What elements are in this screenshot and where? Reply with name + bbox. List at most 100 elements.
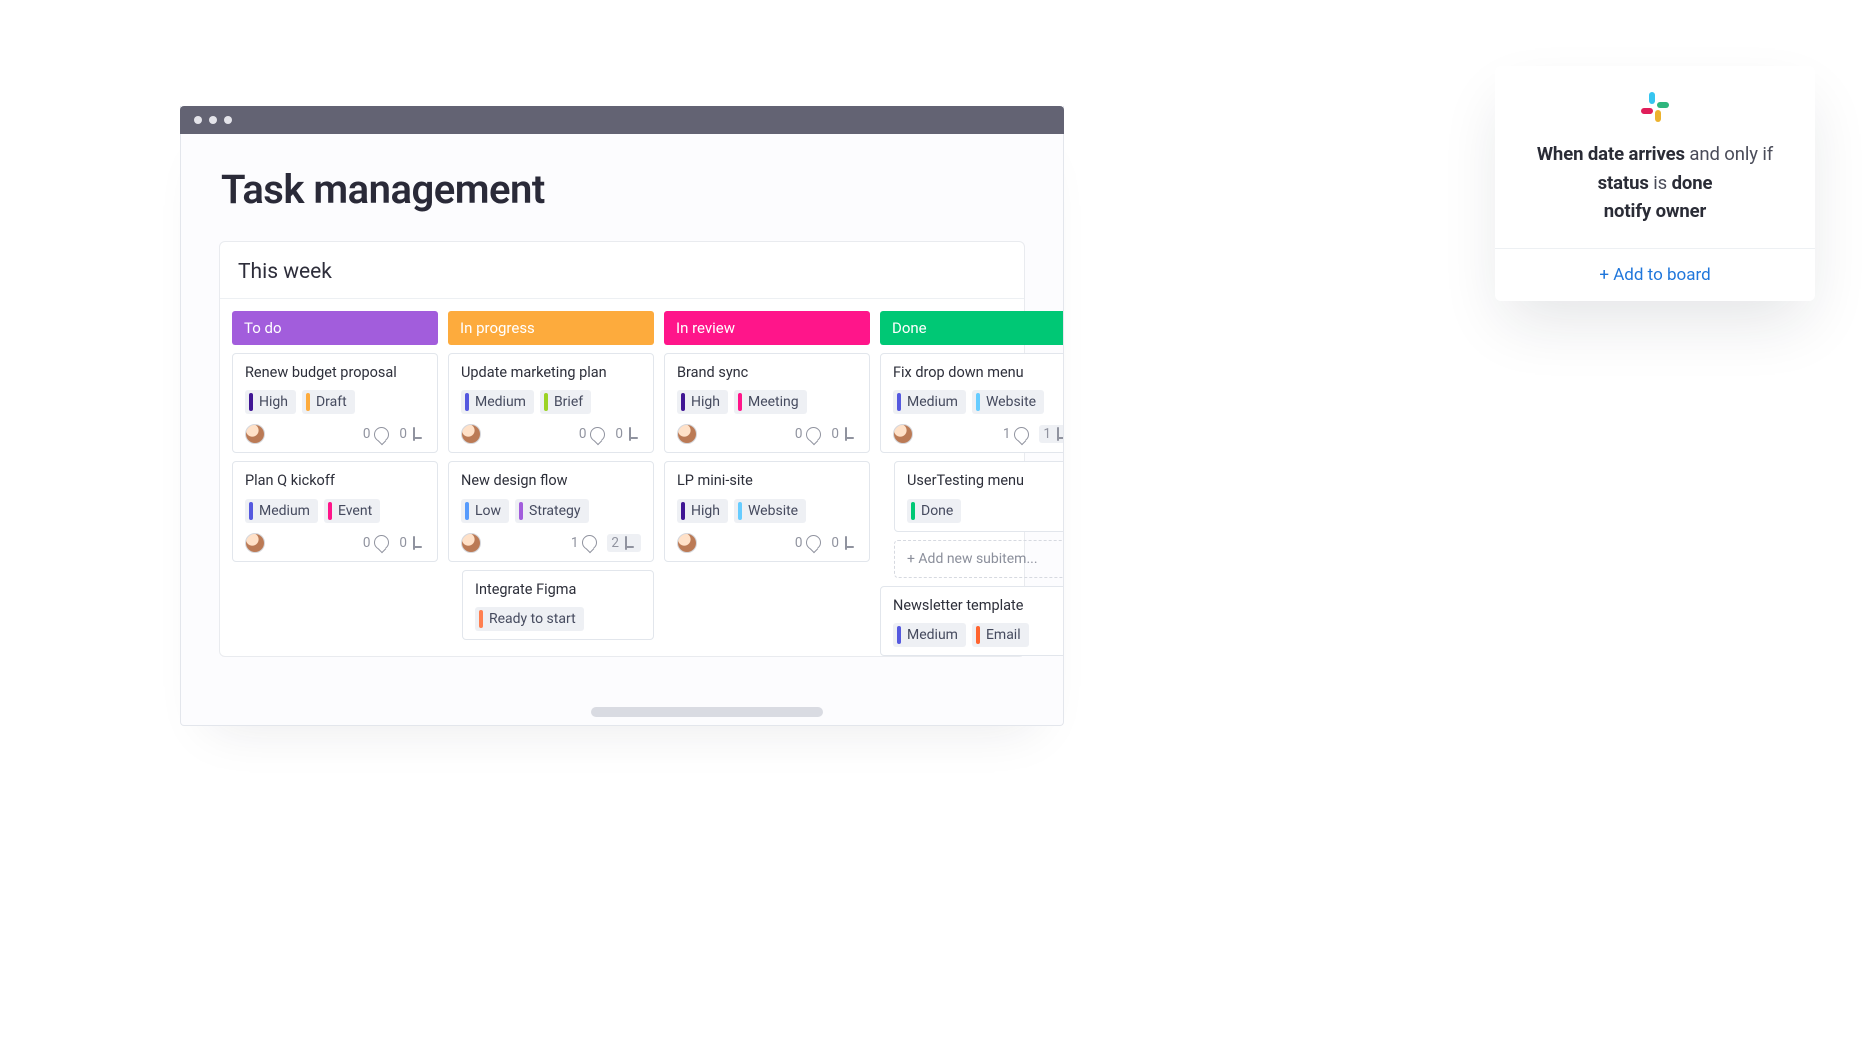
column-header[interactable]: In progress xyxy=(448,311,654,345)
tag-label: High xyxy=(259,394,288,410)
tag-label: Medium xyxy=(907,394,958,410)
tag-label: Strategy xyxy=(529,503,580,519)
subitem-icon xyxy=(623,536,637,550)
tag-color-bar xyxy=(976,626,980,644)
task-card[interactable]: Newsletter templateMediumEmail xyxy=(880,586,1064,656)
subitem-icon xyxy=(1055,427,1064,441)
tag[interactable]: Medium xyxy=(245,499,318,523)
card-footer: 0 0 xyxy=(245,533,425,553)
add-to-board-button[interactable]: + Add to board xyxy=(1515,249,1795,301)
avatar[interactable] xyxy=(677,424,697,444)
horizontal-scroll-thumb[interactable] xyxy=(591,707,823,717)
tag[interactable]: Strategy xyxy=(515,499,588,523)
group-title[interactable]: This week xyxy=(220,242,1024,299)
comments-count[interactable]: 0 xyxy=(795,426,822,442)
tag[interactable]: Low xyxy=(461,499,509,523)
tag-label: Event xyxy=(338,503,372,519)
tag[interactable]: Medium xyxy=(893,390,966,414)
tag-color-bar xyxy=(681,393,685,411)
column-header[interactable]: In review xyxy=(664,311,870,345)
task-card[interactable]: Plan Q kickoffMediumEvent0 0 xyxy=(232,461,438,561)
task-card[interactable]: Fix drop down menuMediumWebsite1 1 xyxy=(880,353,1064,453)
task-card[interactable]: New design flow Low Strategy 1 2 xyxy=(448,461,654,561)
add-subitem-button[interactable]: + Add new subitem... xyxy=(894,540,1064,578)
card-title: New design flow xyxy=(461,472,641,489)
column-header[interactable]: Done xyxy=(880,311,1064,345)
subitems-count[interactable]: 1 xyxy=(1039,425,1064,443)
subitem-card[interactable]: UserTesting menu Done xyxy=(894,461,1064,531)
tag-label: Email xyxy=(986,627,1021,643)
card-title: UserTesting menu xyxy=(907,472,1064,489)
tag-row: Medium Event xyxy=(245,499,425,523)
avatar[interactable] xyxy=(245,424,265,444)
avatar[interactable] xyxy=(461,533,481,553)
app-window: Task management This week To doRenew bud… xyxy=(180,106,1064,726)
avatar[interactable] xyxy=(245,533,265,553)
avatar[interactable] xyxy=(461,424,481,444)
tag[interactable]: Done xyxy=(907,499,961,523)
subitems-count[interactable]: 0 xyxy=(399,535,425,551)
subitems-count[interactable]: 0 xyxy=(831,426,857,442)
tag[interactable]: Event xyxy=(324,499,380,523)
tag[interactable]: High xyxy=(677,390,728,414)
comment-icon xyxy=(590,427,605,442)
task-card[interactable]: Renew budget proposalHighDraft0 0 xyxy=(232,353,438,453)
comments-count[interactable]: 0 xyxy=(579,426,606,442)
comments-count[interactable]: 0 xyxy=(363,426,390,442)
comment-icon xyxy=(374,535,389,550)
tag-label: Meeting xyxy=(748,394,799,410)
tag-row: Low Strategy xyxy=(461,499,641,523)
tag-label: Medium xyxy=(907,627,958,643)
tag[interactable]: Ready to start xyxy=(475,607,584,631)
tag[interactable]: Medium xyxy=(461,390,534,414)
comment-icon xyxy=(806,427,821,442)
traffic-light-icon xyxy=(194,116,202,124)
card-title: Brand sync xyxy=(677,364,857,381)
subitems-count[interactable]: 0 xyxy=(831,535,857,551)
column-header[interactable]: To do xyxy=(232,311,438,345)
task-card[interactable]: LP mini-siteHighWebsite0 0 xyxy=(664,461,870,561)
subitem-icon xyxy=(843,536,857,550)
tag[interactable]: Meeting xyxy=(734,390,807,414)
tag[interactable]: Email xyxy=(972,623,1029,647)
avatar[interactable] xyxy=(893,424,913,444)
task-card[interactable]: Update marketing planMediumBrief0 0 xyxy=(448,353,654,453)
tag[interactable]: Medium xyxy=(893,623,966,647)
comments-count[interactable]: 1 xyxy=(1003,426,1030,442)
subitem-icon xyxy=(843,427,857,441)
kanban-column: In reviewBrand syncHighMeeting0 0 LP min… xyxy=(664,311,870,562)
comments-count[interactable]: 0 xyxy=(795,535,822,551)
kanban-column: In progressUpdate marketing planMediumBr… xyxy=(448,311,654,640)
subitem-icon xyxy=(411,427,425,441)
tag-color-bar xyxy=(519,502,523,520)
tag[interactable]: Website xyxy=(972,390,1044,414)
tag[interactable]: High xyxy=(677,499,728,523)
card-footer: 1 2 xyxy=(461,533,641,553)
tag-label: Medium xyxy=(475,394,526,410)
tag-color-bar xyxy=(911,502,915,520)
kanban-column: DoneFix drop down menuMediumWebsite1 1 U… xyxy=(880,311,1064,656)
tag[interactable]: Brief xyxy=(540,390,591,414)
tag-color-bar xyxy=(465,393,469,411)
comments-count[interactable]: 1 xyxy=(571,535,598,551)
tag[interactable]: Website xyxy=(734,499,806,523)
subitem-card[interactable]: Integrate FigmaReady to start xyxy=(462,570,654,640)
traffic-light-icon xyxy=(209,116,217,124)
board: This week To doRenew budget proposalHigh… xyxy=(219,241,1025,657)
tag[interactable]: Draft xyxy=(302,390,355,414)
tag[interactable]: High xyxy=(245,390,296,414)
card-footer: 1 1 xyxy=(893,424,1064,444)
comment-icon xyxy=(374,427,389,442)
comments-count[interactable]: 0 xyxy=(363,535,390,551)
automation-text: When date arrives and only if status is … xyxy=(1515,140,1795,226)
subitems-count[interactable]: 0 xyxy=(399,426,425,442)
comment-icon xyxy=(1014,427,1029,442)
subitems-count[interactable]: 0 xyxy=(615,426,641,442)
subitems-count[interactable]: 2 xyxy=(607,534,641,552)
tag-row: Medium Brief xyxy=(461,390,641,414)
task-card[interactable]: Brand sync High Meeting 0 0 xyxy=(664,353,870,453)
tag-label: High xyxy=(691,503,720,519)
card-footer: 0 0 xyxy=(245,424,425,444)
page-title: Task management xyxy=(221,166,1063,213)
avatar[interactable] xyxy=(677,533,697,553)
